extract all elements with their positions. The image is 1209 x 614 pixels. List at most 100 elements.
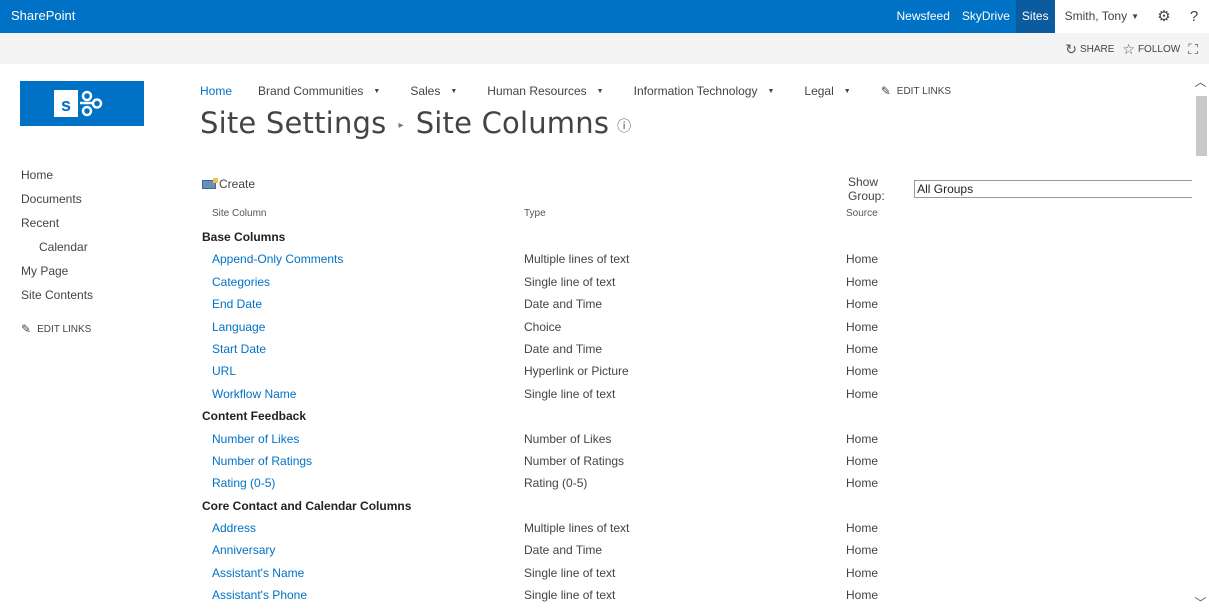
chevron-down-icon: ▼	[1131, 12, 1139, 21]
chevron-down-icon[interactable]: ▼	[597, 88, 604, 95]
chevron-down-icon[interactable]: ▼	[450, 88, 457, 95]
create-button[interactable]: Create	[202, 177, 255, 191]
help-icon[interactable]: ?	[1179, 0, 1209, 33]
group-name: Content Feedback	[202, 409, 307, 424]
group-header: Base Columns	[0, 226, 1180, 248]
column-source: Home	[846, 543, 879, 558]
column-source: Home	[846, 588, 879, 603]
column-link[interactable]: Append-Only Comments	[212, 252, 343, 266]
topnav-information-technology[interactable]: Information Technology ▼	[634, 84, 775, 98]
topnav-home[interactable]: Home	[200, 84, 232, 98]
column-type: Single line of text	[524, 386, 616, 401]
site-columns-table: Base Columns Append-Only Comments Multipl…	[0, 226, 1180, 607]
share-icon: ↻	[1065, 41, 1077, 57]
follow-button[interactable]: ☆ FOLLOW	[1122, 41, 1180, 58]
column-link[interactable]: Start Date	[212, 342, 266, 356]
column-source: Home	[846, 341, 879, 356]
topnav-sales[interactable]: Sales ▼	[410, 84, 457, 98]
chevron-down-icon[interactable]: ▼	[767, 88, 774, 95]
column-link[interactable]: Number of Likes	[212, 432, 299, 446]
table-row: Workflow Name Single line of text Home	[0, 383, 1180, 405]
gear-icon[interactable]: ⚙	[1149, 0, 1179, 33]
quicklaunch-item-home[interactable]: Home	[21, 168, 93, 192]
vertical-scrollbar[interactable]: ︿ ﹀	[1192, 73, 1209, 614]
pencil-icon: ✎	[880, 84, 891, 98]
breadcrumb-separator-icon: ▸	[398, 119, 404, 131]
suite-links: Newsfeed SkyDrive Sites Smith, Tony ▼ ⚙ …	[891, 0, 1209, 33]
page-title: Site Settings ▸ Site Columns ⓘ	[200, 106, 631, 140]
follow-label: FOLLOW	[1137, 44, 1181, 55]
topnav-label: Information Technology	[633, 84, 758, 98]
table-row: Language Choice Home	[0, 316, 1180, 338]
edit-links-label: EDIT LINKS	[896, 85, 952, 97]
info-icon[interactable]: ⓘ	[617, 116, 631, 136]
suite-link-sites[interactable]: Sites	[1015, 0, 1055, 33]
breadcrumb-site-settings[interactable]: Site Settings	[200, 106, 386, 140]
sharepoint-logo-icon: s	[54, 90, 103, 117]
column-header-type: Type	[524, 208, 546, 219]
column-link[interactable]: End Date	[212, 297, 262, 311]
scrollbar-thumb[interactable]	[1196, 96, 1207, 156]
column-type: Rating (0-5)	[524, 476, 588, 491]
column-link[interactable]: URL	[212, 364, 236, 378]
topnav-edit-links[interactable]: ✎ EDIT LINKS	[881, 84, 951, 98]
table-row: Address Multiple lines of text Home	[0, 517, 1180, 539]
table-row: Number of Likes Number of Likes Home	[0, 428, 1180, 450]
column-source: Home	[846, 364, 879, 379]
chevron-down-icon[interactable]: ▼	[844, 88, 851, 95]
table-row: URL Hyperlink or Picture Home	[0, 360, 1180, 382]
column-type: Hyperlink or Picture	[524, 364, 629, 379]
topnav-brand-communities[interactable]: Brand Communities ▼	[258, 84, 380, 98]
quicklaunch-item-documents[interactable]: Documents	[21, 192, 93, 216]
share-button[interactable]: ↻ SHARE	[1065, 41, 1114, 58]
column-link[interactable]: Workflow Name	[212, 387, 296, 401]
column-source: Home	[846, 297, 879, 312]
column-type: Choice	[524, 319, 562, 334]
column-link[interactable]: Assistant's Name	[212, 566, 304, 580]
topnav-human-resources[interactable]: Human Resources ▼	[487, 84, 603, 98]
column-source: Home	[846, 252, 879, 267]
focus-button[interactable]: ⛶	[1188, 41, 1201, 58]
share-label: SHARE	[1079, 44, 1115, 55]
column-type: Date and Time	[524, 543, 603, 558]
topnav-label: Legal	[804, 84, 834, 98]
create-icon	[202, 177, 218, 189]
show-group-select[interactable]: All Groups ⌵	[914, 180, 1209, 198]
group-name: Base Columns	[202, 230, 286, 244]
topnav-label: Brand Communities	[258, 84, 364, 98]
group-header: Content Feedback	[0, 405, 1180, 427]
column-type: Single line of text	[524, 588, 616, 603]
column-link[interactable]: Anniversary	[212, 543, 275, 557]
scroll-down-icon[interactable]: ﹀	[1192, 594, 1209, 610]
table-row: Rating (0-5) Rating (0-5) Home	[0, 472, 1180, 494]
column-link[interactable]: Number of Ratings	[212, 454, 312, 468]
column-link[interactable]: Address	[212, 521, 256, 535]
ribbon-bar: ↻ SHARE ☆ FOLLOW ⛶	[0, 33, 1209, 64]
suite-link-newsfeed[interactable]: Newsfeed	[891, 0, 956, 33]
column-source: Home	[846, 386, 879, 401]
topnav-legal[interactable]: Legal ▼	[804, 84, 850, 98]
table-row: Assistant's Phone Single line of text Home	[0, 584, 1180, 606]
ribbon-actions: ↻ SHARE ☆ FOLLOW ⛶	[1057, 41, 1201, 58]
column-link[interactable]: Assistant's Phone	[212, 588, 307, 602]
column-type: Date and Time	[524, 297, 603, 312]
column-link[interactable]: Categories	[212, 275, 270, 289]
column-source: Home	[846, 476, 879, 491]
scroll-up-icon[interactable]: ︿	[1192, 73, 1209, 91]
column-type: Number of Likes	[524, 431, 612, 446]
focus-icon: ⛶	[1188, 41, 1198, 57]
show-group-label: Show Group:	[848, 175, 885, 203]
user-menu[interactable]: Smith, Tony ▼	[1054, 0, 1149, 33]
column-type: Date and Time	[524, 341, 603, 356]
page-title-text: Site Columns	[415, 106, 610, 140]
chevron-down-icon[interactable]: ▼	[373, 88, 380, 95]
column-link[interactable]: Language	[212, 320, 265, 334]
suite-brand[interactable]: SharePoint	[11, 8, 75, 23]
suite-link-skydrive[interactable]: SkyDrive	[956, 0, 1016, 33]
table-row: Number of Ratings Number of Ratings Home	[0, 450, 1180, 472]
column-link[interactable]: Rating (0-5)	[212, 476, 275, 490]
table-row: Anniversary Date and Time Home	[0, 539, 1180, 561]
table-row: Append-Only Comments Multiple lines of te…	[0, 248, 1180, 270]
table-row: End Date Date and Time Home	[0, 293, 1180, 315]
site-logo[interactable]: s	[20, 81, 144, 126]
